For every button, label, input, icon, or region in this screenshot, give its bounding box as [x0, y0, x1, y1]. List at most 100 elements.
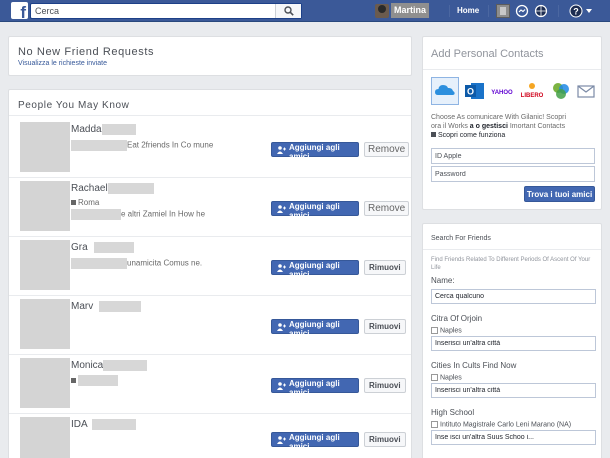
- contacts-info-line: ora il Works a o gestisci Imortant Conta…: [431, 123, 565, 130]
- remove-button[interactable]: Remove: [364, 142, 410, 157]
- list-item: Madda Eat 2friends In Co mune Aggiungi a…: [9, 120, 411, 178]
- add-friend-icon: [277, 264, 286, 272]
- person-photo[interactable]: [20, 417, 70, 458]
- name-label: Name:: [431, 276, 455, 285]
- libero-icon[interactable]: LIBERO: [519, 80, 545, 102]
- avatar[interactable]: [375, 4, 389, 18]
- current-city-input[interactable]: [431, 383, 596, 398]
- person-name[interactable]: IDA: [71, 419, 136, 430]
- add-friend-label: Aggiungi agli amici: [289, 433, 340, 451]
- location-icon: [71, 200, 76, 206]
- add-friend-icon: [277, 323, 286, 331]
- name-search-input[interactable]: [431, 289, 596, 304]
- chevron-down-icon[interactable]: [586, 9, 592, 13]
- yahoo-icon[interactable]: YAHOO: [489, 80, 515, 102]
- contacts-info-line: Choose As comunicare With Gilanic! Scopr…: [431, 114, 566, 121]
- hometown-text: [71, 375, 118, 386]
- friend-requests-icon[interactable]: [496, 4, 510, 18]
- view-sent-requests-link[interactable]: Visualizza le richieste inviate: [18, 60, 107, 67]
- high-school-checkbox[interactable]: Intituto Magistrale Carlo Leni Marano (N…: [431, 421, 571, 428]
- list-item: Marv Aggiungi agli amici Rimuovi: [9, 297, 411, 355]
- search-input[interactable]: [35, 5, 275, 17]
- add-friend-button[interactable]: Aggiungi agli amici: [271, 201, 359, 220]
- mutual-friends-text: unamicita Comus ne.: [71, 258, 202, 269]
- person-name[interactable]: Rachael: [71, 183, 154, 194]
- mutual-friends-label: Eat 2friends In Co mune: [127, 140, 214, 150]
- add-friend-label: Aggiungi agli amici: [289, 202, 340, 220]
- remove-button[interactable]: Remove: [364, 201, 410, 216]
- add-friend-button[interactable]: Aggiungi agli amici: [271, 142, 359, 161]
- notifications-globe-icon[interactable]: [534, 4, 548, 18]
- person-name-text: Marv: [71, 301, 94, 313]
- remove-button[interactable]: Rimuovi: [364, 378, 406, 393]
- redacted-text: [103, 360, 148, 371]
- icloud-icon[interactable]: [431, 77, 459, 105]
- list-item: IDA Aggiungi agli amici Rimuovi: [9, 415, 411, 458]
- person-name[interactable]: Gra: [71, 242, 134, 253]
- redacted-text: [93, 242, 134, 253]
- hometown-input[interactable]: [431, 336, 596, 351]
- people-you-may-know-panel: People You May Know Madda Eat 2friends I…: [8, 89, 412, 458]
- home-link[interactable]: Home: [457, 6, 479, 15]
- hometown-checkbox[interactable]: Naples: [431, 327, 462, 334]
- yahoo-wordmark: YAHOO: [491, 90, 513, 96]
- person-name[interactable]: Marv: [71, 301, 142, 313]
- add-friend-icon: [277, 382, 286, 390]
- person-photo[interactable]: [20, 240, 70, 290]
- learn-how-label: Scopri come funziona: [438, 132, 506, 139]
- redacted-text: [91, 419, 136, 430]
- location-icon: [71, 378, 76, 383]
- facebook-logo-icon[interactable]: f: [11, 2, 28, 21]
- person-name-text: IDA: [71, 419, 88, 431]
- contacts-info-text: ora il Works: [431, 123, 470, 130]
- add-friend-button[interactable]: Aggiungi agli amici: [271, 319, 359, 338]
- person-photo[interactable]: [20, 358, 70, 408]
- remove-button[interactable]: Rimuovi: [364, 260, 406, 275]
- lock-icon: [431, 132, 436, 137]
- divider: [423, 69, 601, 70]
- hometown-text: Roma: [71, 198, 99, 207]
- svg-text:O: O: [467, 87, 474, 97]
- messenger-icon[interactable]: [515, 4, 529, 18]
- add-friend-label: Aggiungi agli amici: [289, 379, 340, 397]
- nav-divider: [449, 5, 450, 17]
- add-friend-button[interactable]: Aggiungi agli amici: [271, 432, 359, 451]
- person-photo[interactable]: [20, 181, 70, 231]
- mutual-friends-text: e altri Zamiel In How he: [71, 209, 205, 220]
- add-friend-button[interactable]: Aggiungi agli amici: [271, 260, 359, 279]
- redacted-text: [71, 209, 121, 220]
- current-city-checkbox-label: Naples: [440, 374, 462, 382]
- profile-name[interactable]: Martina: [391, 3, 430, 18]
- contacts-info-text: Imortant Contacts: [507, 123, 566, 130]
- outlook-icon[interactable]: O: [465, 80, 485, 102]
- mail-icon[interactable]: [577, 80, 595, 102]
- add-friend-button[interactable]: Aggiungi agli amici: [271, 378, 359, 397]
- redacted-text: [101, 124, 136, 135]
- person-photo[interactable]: [20, 122, 70, 172]
- add-contacts-title: Add Personal Contacts: [431, 48, 544, 60]
- checkbox-icon: [431, 374, 438, 381]
- divider: [423, 249, 601, 250]
- find-friends-button[interactable]: Trova i tuoi amici: [524, 186, 595, 202]
- hometown-checkbox-label: Naples: [440, 327, 462, 335]
- person-name[interactable]: Madda: [71, 124, 136, 135]
- people-you-may-know-title: People You May Know: [18, 100, 130, 111]
- remove-button[interactable]: Rimuovi: [364, 319, 406, 334]
- hometown-label: Roma: [78, 198, 100, 207]
- remove-button[interactable]: Rimuovi: [364, 432, 406, 447]
- current-city-checkbox[interactable]: Naples: [431, 374, 462, 381]
- windows-live-icon[interactable]: [551, 80, 571, 102]
- add-contacts-panel: Add Personal Contacts O YAHOO LIBERO Cho…: [422, 36, 602, 210]
- password-field[interactable]: [431, 166, 595, 182]
- hometown-label: Citra Of Orjoin: [431, 314, 483, 323]
- high-school-input[interactable]: [431, 430, 596, 445]
- help-icon[interactable]: ?: [569, 4, 583, 18]
- search-button[interactable]: [275, 4, 301, 18]
- person-photo[interactable]: [20, 299, 70, 349]
- apple-id-field[interactable]: [431, 148, 595, 164]
- svg-text:?: ?: [573, 7, 579, 17]
- contacts-info-bold: a o gestisci: [469, 123, 508, 130]
- nav-divider: [488, 5, 489, 17]
- person-name[interactable]: Monica: [71, 360, 148, 371]
- learn-how-link[interactable]: Scopri come funziona: [431, 132, 505, 139]
